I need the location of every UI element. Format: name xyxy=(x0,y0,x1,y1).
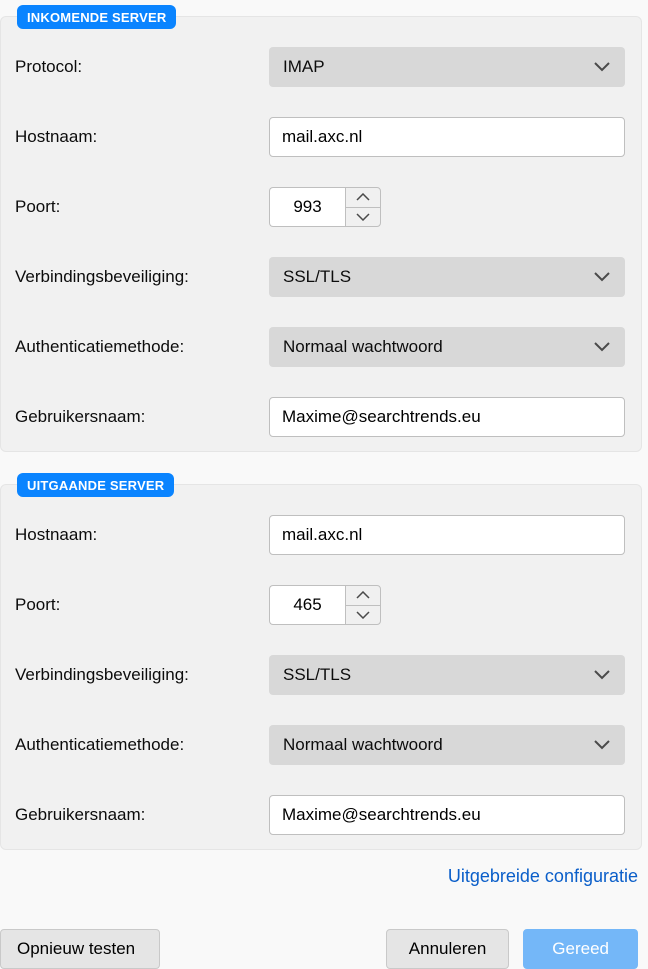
chevron-down-icon xyxy=(593,338,611,356)
incoming-connsec-label: Verbindingsbeveiliging: xyxy=(15,267,269,287)
outgoing-hostname-input[interactable] xyxy=(269,515,625,555)
incoming-auth-value: Normaal wachtwoord xyxy=(283,337,443,357)
outgoing-auth-label: Authenticatiemethode: xyxy=(15,735,269,755)
outgoing-user-label: Gebruikersnaam: xyxy=(15,805,269,825)
chevron-down-icon xyxy=(593,666,611,684)
incoming-protocol-label: Protocol: xyxy=(15,57,269,77)
incoming-port-step-up[interactable] xyxy=(346,188,380,208)
chevron-down-icon xyxy=(593,268,611,286)
outgoing-user-input[interactable] xyxy=(269,795,625,835)
chevron-down-icon xyxy=(593,58,611,76)
outgoing-auth-value: Normaal wachtwoord xyxy=(283,735,443,755)
incoming-port-stepper xyxy=(345,187,381,227)
outgoing-port-stepper xyxy=(345,585,381,625)
outgoing-hostname-label: Hostnaam: xyxy=(15,525,269,545)
outgoing-port-input[interactable] xyxy=(269,585,345,625)
outgoing-connsec-value: SSL/TLS xyxy=(283,665,351,685)
incoming-hostname-label: Hostnaam: xyxy=(15,127,269,147)
incoming-port-step-down[interactable] xyxy=(346,208,380,227)
incoming-hostname-input[interactable] xyxy=(269,117,625,157)
outgoing-port-step-up[interactable] xyxy=(346,586,380,606)
outgoing-connsec-label: Verbindingsbeveiliging: xyxy=(15,665,269,685)
outgoing-server-panel: UITGAANDE SERVER Hostnaam: Poort: xyxy=(0,484,642,850)
incoming-connsec-value: SSL/TLS xyxy=(283,267,351,287)
chevron-down-icon xyxy=(593,736,611,754)
incoming-user-input[interactable] xyxy=(269,397,625,437)
outgoing-connsec-select[interactable]: SSL/TLS xyxy=(269,655,625,695)
outgoing-port-label: Poort: xyxy=(15,595,269,615)
incoming-protocol-select[interactable]: IMAP xyxy=(269,47,625,87)
incoming-server-panel: INKOMENDE SERVER Protocol: IMAP Hostnaam… xyxy=(0,16,642,452)
incoming-auth-select[interactable]: Normaal wachtwoord xyxy=(269,327,625,367)
incoming-auth-label: Authenticatiemethode: xyxy=(15,337,269,357)
cancel-button[interactable]: Annuleren xyxy=(386,929,510,969)
incoming-server-legend: INKOMENDE SERVER xyxy=(17,5,176,29)
incoming-user-label: Gebruikersnaam: xyxy=(15,407,269,427)
footer: Opnieuw testen Annuleren Gereed xyxy=(0,929,648,969)
incoming-connsec-select[interactable]: SSL/TLS xyxy=(269,257,625,297)
outgoing-server-legend: UITGAANDE SERVER xyxy=(17,473,174,497)
outgoing-port-step-down[interactable] xyxy=(346,606,380,625)
advanced-config-link[interactable]: Uitgebreide configuratie xyxy=(0,866,638,887)
outgoing-auth-select[interactable]: Normaal wachtwoord xyxy=(269,725,625,765)
incoming-port-input[interactable] xyxy=(269,187,345,227)
retest-button[interactable]: Opnieuw testen xyxy=(0,929,160,969)
incoming-protocol-value: IMAP xyxy=(283,57,325,77)
done-button[interactable]: Gereed xyxy=(523,929,638,969)
incoming-port-label: Poort: xyxy=(15,197,269,217)
